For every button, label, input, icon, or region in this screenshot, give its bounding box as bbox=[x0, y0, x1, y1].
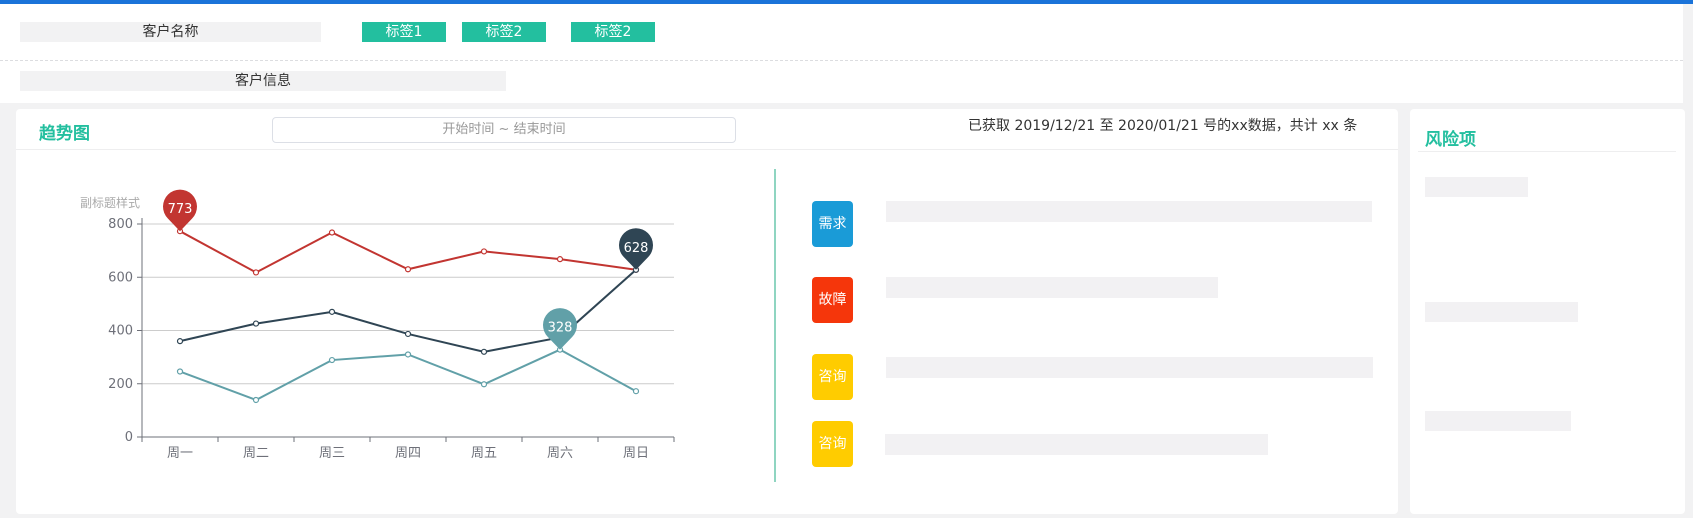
y-tick-label: 400 bbox=[108, 324, 133, 339]
customer-info-field: 客户信息 bbox=[20, 71, 506, 91]
trend-card-divider bbox=[16, 149, 1398, 150]
series-3-point bbox=[404, 351, 412, 358]
risk-item-placeholder-1 bbox=[1425, 177, 1528, 197]
y-tick-label: 200 bbox=[108, 377, 133, 392]
y-tick-label: 0 bbox=[125, 430, 133, 445]
risk-item-placeholder-3 bbox=[1425, 411, 1571, 431]
series-2-point bbox=[404, 330, 412, 338]
x-tick-label: 周五 bbox=[471, 446, 497, 461]
customer-name-field: 客户名称 bbox=[20, 22, 321, 42]
customer-header: 客户名称 标签1 标签2 标签2 客户信息 bbox=[0, 4, 1683, 103]
tag-2[interactable]: 标签2 bbox=[462, 22, 546, 42]
tag-1[interactable]: 标签1 bbox=[362, 22, 446, 42]
tag-3[interactable]: 标签2 bbox=[571, 22, 655, 42]
y-tick-label: 600 bbox=[108, 270, 133, 285]
series-1-point bbox=[556, 256, 564, 263]
category-badge-fault[interactable]: 故障 bbox=[812, 277, 853, 323]
consult-bar-placeholder bbox=[886, 357, 1373, 378]
category-badge-demand[interactable]: 需求 bbox=[812, 201, 853, 247]
x-tick-label: 周一 bbox=[167, 446, 193, 461]
x-tick-label: 周二 bbox=[243, 446, 269, 461]
risk-card-divider bbox=[1418, 151, 1676, 152]
max-pin-label: 628 bbox=[624, 241, 649, 256]
series-1-point bbox=[480, 248, 488, 255]
y-tick-label: 800 bbox=[108, 217, 133, 232]
trend-title: 趋势图 bbox=[39, 124, 90, 144]
chart-subtitle: 副标题样式 bbox=[80, 195, 140, 210]
trend-line-chart: 副标题样式 0 200 400 600 800 周一 周二 周三 周四 周五 周六 周日 773 628 32… bbox=[80, 189, 675, 461]
data-summary-text: 已获取 2019/12/21 至 2020/01/21 号的xx数据，共计 xx… bbox=[968, 118, 1358, 134]
series-3-point bbox=[632, 388, 640, 395]
series-2-point bbox=[176, 338, 184, 345]
series-3-point bbox=[176, 368, 184, 375]
x-tick-label: 周四 bbox=[395, 446, 421, 461]
series-3-point bbox=[252, 396, 260, 404]
category-badge-consult[interactable]: 咨询 bbox=[812, 354, 853, 400]
demand-bar-placeholder bbox=[886, 201, 1372, 222]
series-1-point bbox=[328, 229, 336, 236]
category-badge-consult-2[interactable]: 咨询 bbox=[812, 421, 853, 467]
header-divider bbox=[0, 60, 1683, 61]
consult-2-bar-placeholder bbox=[885, 434, 1268, 455]
x-tick-label: 周六 bbox=[547, 446, 573, 461]
series-3-point bbox=[480, 381, 488, 388]
series-2-point bbox=[480, 348, 488, 355]
series-1-point bbox=[404, 266, 412, 273]
series-3-point bbox=[328, 356, 336, 364]
series-1-point bbox=[252, 269, 260, 276]
panel-divider bbox=[774, 169, 776, 482]
x-tick-label: 周日 bbox=[623, 446, 649, 461]
max-pin-label: 328 bbox=[548, 321, 573, 336]
date-range-input[interactable]: 开始时间 ~ 结束时间 bbox=[272, 117, 736, 143]
series-2-point bbox=[252, 320, 260, 327]
x-tick-label: 周三 bbox=[319, 446, 345, 461]
max-pin-label: 773 bbox=[168, 202, 193, 217]
risk-item-placeholder-2 bbox=[1425, 302, 1578, 322]
risk-title: 风险项 bbox=[1425, 130, 1476, 150]
fault-bar-placeholder bbox=[886, 277, 1218, 298]
series-2-point bbox=[328, 308, 336, 315]
